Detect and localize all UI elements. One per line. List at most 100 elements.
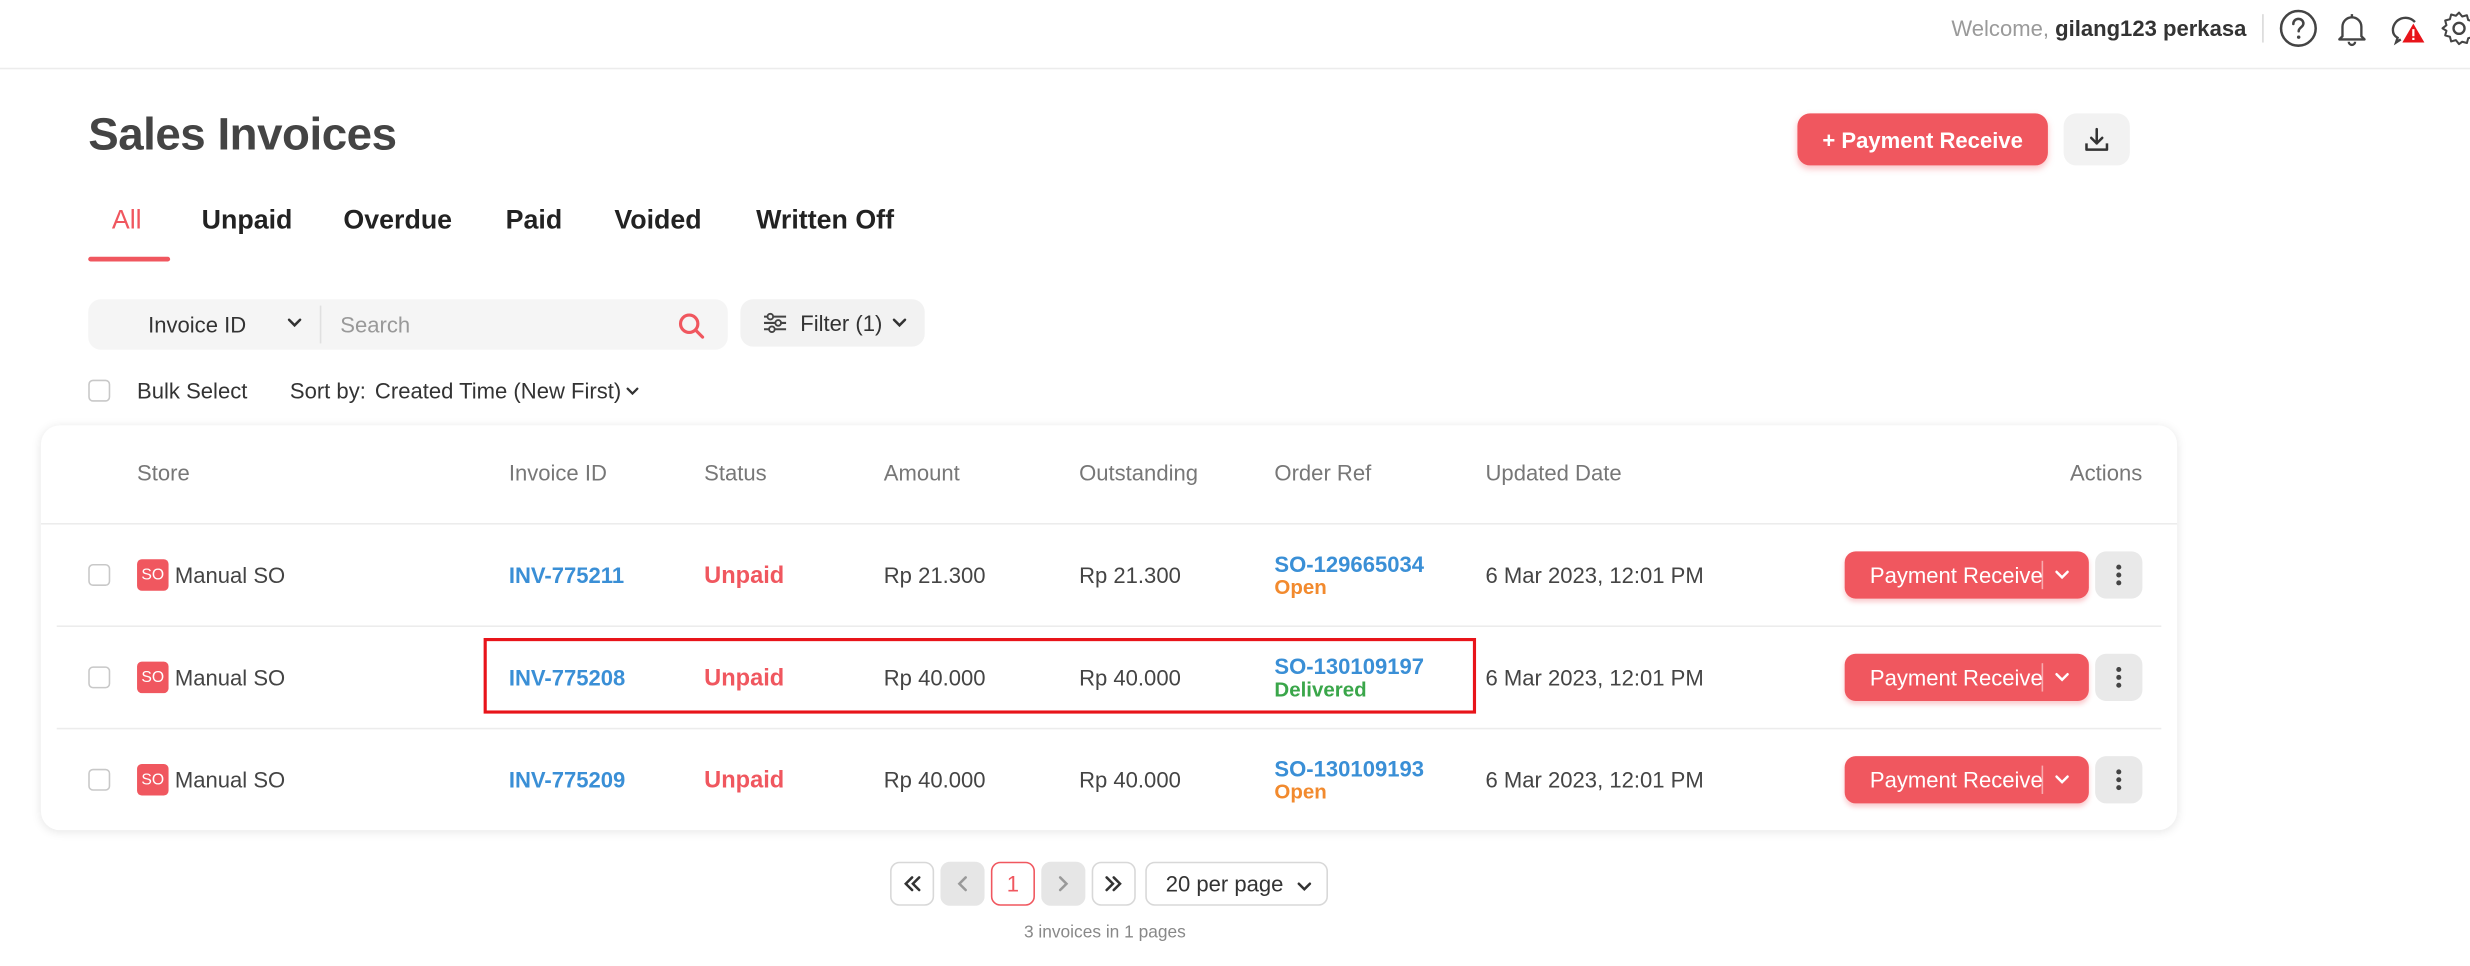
download-button[interactable] <box>2063 113 2130 166</box>
store-name: Manual SO <box>174 664 286 690</box>
header-divider <box>40 522 2178 525</box>
updated-date: 6 Mar 2023, 12:01 PM <box>1485 664 1704 690</box>
payment-receive-label: Payment Receive <box>1869 767 2043 793</box>
pagination-summary: 3 invoices in 1 pages <box>1023 923 1186 943</box>
tab-paid[interactable]: Paid <box>506 205 563 259</box>
user-name[interactable]: gilang123 perkasa <box>2055 16 2246 41</box>
tab-all[interactable]: All <box>112 205 142 259</box>
chevron-down-icon <box>1297 882 1312 892</box>
store-name: Manual SO <box>174 767 286 793</box>
invoice-id-link[interactable]: INV-775209 <box>509 767 625 792</box>
split-divider <box>2041 560 2044 590</box>
chevron-down-icon <box>287 318 302 328</box>
row-payment-receive-button[interactable]: Payment Receive <box>1844 653 2089 702</box>
highlight-box <box>483 637 1477 714</box>
more-actions-button[interactable] <box>2095 756 2143 804</box>
chevron-down-icon[interactable] <box>2054 671 2070 684</box>
tab-written-off[interactable]: Written Off <box>756 205 894 259</box>
order-status: Open <box>1274 574 1327 599</box>
column-header-status: Status <box>704 459 767 486</box>
updated-date: 6 Mar 2023, 12:01 PM <box>1485 562 1704 588</box>
amount: Rp 40.000 <box>883 767 986 793</box>
column-header-amount: Amount <box>883 459 960 486</box>
per-page-value: 20 per page <box>1165 871 1284 897</box>
bell-icon[interactable] <box>2331 8 2372 49</box>
more-actions-button[interactable] <box>2095 551 2143 599</box>
outstanding: Rp 21.300 <box>1079 562 1181 588</box>
next-page-button[interactable] <box>1041 861 1086 906</box>
updated-date: 6 Mar 2023, 12:01 PM <box>1485 767 1704 793</box>
tab-unpaid[interactable]: Unpaid <box>202 205 293 259</box>
invoice-id-link[interactable]: INV-775211 <box>509 562 624 587</box>
welcome-text: Welcome, gilang123 perkasa <box>1951 16 2246 41</box>
row-divider <box>56 727 2162 730</box>
page-title: Sales Invoices <box>88 110 397 161</box>
sort-by-label: Sort by: <box>289 378 366 404</box>
amount: Rp 21.300 <box>883 562 986 588</box>
last-page-button[interactable] <box>1091 861 1136 906</box>
search-icon[interactable] <box>677 312 705 340</box>
active-tab-indicator <box>88 256 171 262</box>
row-checkbox[interactable] <box>88 563 111 587</box>
row-divider <box>56 625 2162 627</box>
alert-notification-icon[interactable] <box>2387 8 2428 49</box>
previous-page-button[interactable] <box>940 861 985 906</box>
store-badge: SO <box>137 559 169 591</box>
chevron-down-icon[interactable] <box>2054 773 2070 786</box>
chevron-right-icon <box>1058 876 1069 892</box>
top-bar: Welcome, gilang123 perkasa <box>0 0 2470 70</box>
help-circle-icon[interactable] <box>2278 8 2319 49</box>
column-header-invoice-id: Invoice ID <box>508 459 607 486</box>
column-header-store: Store <box>137 459 190 486</box>
row-checkbox[interactable] <box>88 666 111 689</box>
payment-receive-button[interactable]: + Payment Receive <box>1797 113 2048 166</box>
topbar-divider <box>2262 14 2264 43</box>
gear-icon[interactable] <box>2439 8 2470 49</box>
sliders-icon <box>764 312 787 334</box>
welcome-prefix: Welcome, <box>1951 15 2049 41</box>
status-badge: Unpaid <box>704 562 785 590</box>
per-page-select[interactable]: 20 per page <box>1145 861 1328 906</box>
column-header-order-ref: Order Ref <box>1274 459 1372 486</box>
row-checkbox[interactable] <box>88 768 111 791</box>
first-page-button[interactable] <box>890 861 935 906</box>
column-header-actions: Actions <box>2069 459 2143 486</box>
kebab-menu-icon <box>2116 666 2122 688</box>
double-chevron-right-icon <box>1105 876 1122 892</box>
bulk-select-label[interactable]: Bulk Select <box>137 378 247 403</box>
chevron-down-icon[interactable] <box>625 386 639 397</box>
filter-label: Filter (1) <box>800 310 883 336</box>
page-number-button[interactable]: 1 <box>990 861 1035 906</box>
row-payment-receive-button[interactable]: Payment Receive <box>1844 551 2089 599</box>
chevron-down-icon[interactable] <box>2054 569 2070 582</box>
search-field-select-value: Invoice ID <box>148 311 247 338</box>
outstanding: Rp 40.000 <box>1079 767 1181 793</box>
search-input[interactable] <box>324 299 668 350</box>
filter-button[interactable]: Filter (1) <box>740 299 925 347</box>
order-status: Open <box>1274 779 1327 804</box>
chevron-down-icon <box>892 318 907 328</box>
download-icon <box>2085 127 2109 151</box>
double-chevron-left-icon <box>904 876 921 892</box>
sort-by-dropdown[interactable]: Created Time (New First) <box>375 378 621 403</box>
status-badge: Unpaid <box>704 767 785 794</box>
more-actions-button[interactable] <box>2095 653 2143 702</box>
store-badge: SO <box>137 764 169 796</box>
tab-voided[interactable]: Voided <box>614 205 701 259</box>
store-name: Manual SO <box>174 562 286 588</box>
chevron-left-icon <box>957 876 967 892</box>
search-field-select[interactable]: Invoice ID <box>88 299 321 349</box>
row-payment-receive-button[interactable]: Payment Receive <box>1844 756 2089 804</box>
kebab-menu-icon <box>2116 564 2122 586</box>
search-divider <box>319 305 322 344</box>
kebab-menu-icon <box>2116 769 2122 791</box>
bulk-select-checkbox[interactable] <box>88 379 111 402</box>
column-header-updated-date: Updated Date <box>1485 459 1622 486</box>
tab-overdue[interactable]: Overdue <box>343 205 452 259</box>
order-ref-link[interactable]: SO-129665034 <box>1274 551 1424 576</box>
order-ref-link[interactable]: SO-130109193 <box>1274 756 1424 781</box>
column-header-outstanding: Outstanding <box>1079 459 1199 486</box>
split-divider <box>2041 765 2044 794</box>
payment-receive-label: Payment Receive <box>1869 664 2043 690</box>
search-bar: Invoice ID <box>88 299 728 350</box>
